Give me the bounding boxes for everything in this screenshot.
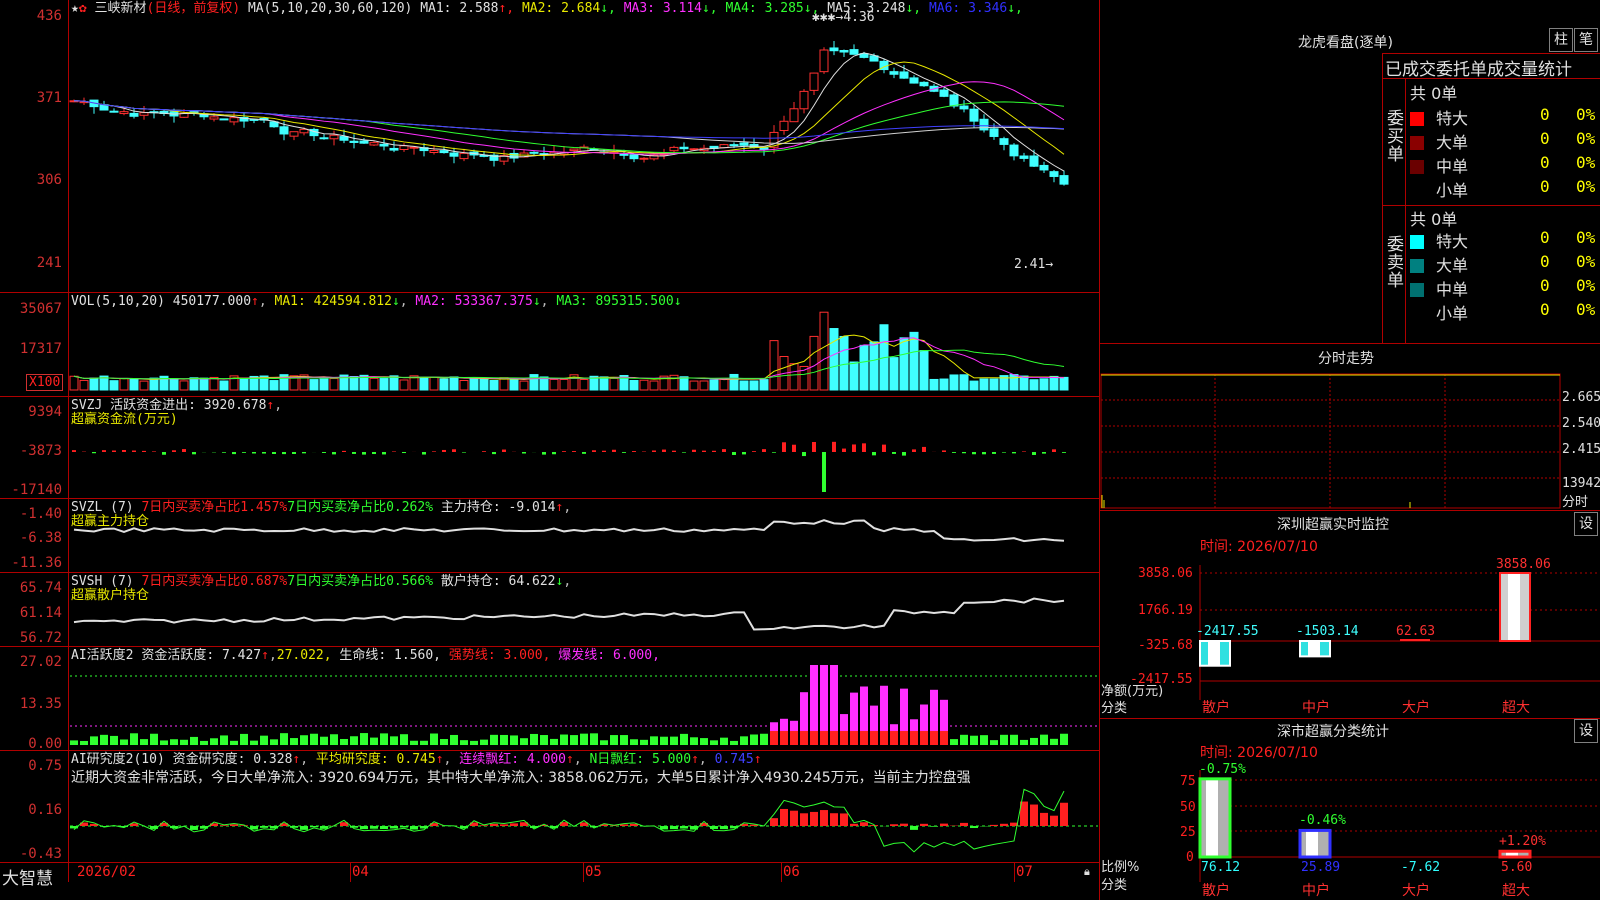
stat-value: 5.60 — [1501, 860, 1533, 875]
stat-category: 超大 — [1502, 883, 1530, 899]
stat-bar-散户 — [1198, 777, 1232, 859]
stat-value: 25.89 — [1301, 860, 1341, 875]
stat-bar-超大 — [1498, 849, 1532, 859]
stat-change: -0.46% — [1299, 813, 1346, 829]
stat-category: 大户 — [1402, 883, 1430, 899]
stat-value: 76.12 — [1201, 860, 1241, 875]
stat-category: 散户 — [1202, 883, 1230, 899]
stat-change: -0.75% — [1199, 761, 1246, 777]
stat-bar-中户 — [1298, 828, 1332, 859]
stat-category: 中户 — [1302, 883, 1330, 899]
stat-bar-chart — [1198, 770, 1600, 882]
stat-value: -7.62 — [1401, 860, 1441, 875]
stat-change: +1.20% — [1499, 834, 1546, 850]
